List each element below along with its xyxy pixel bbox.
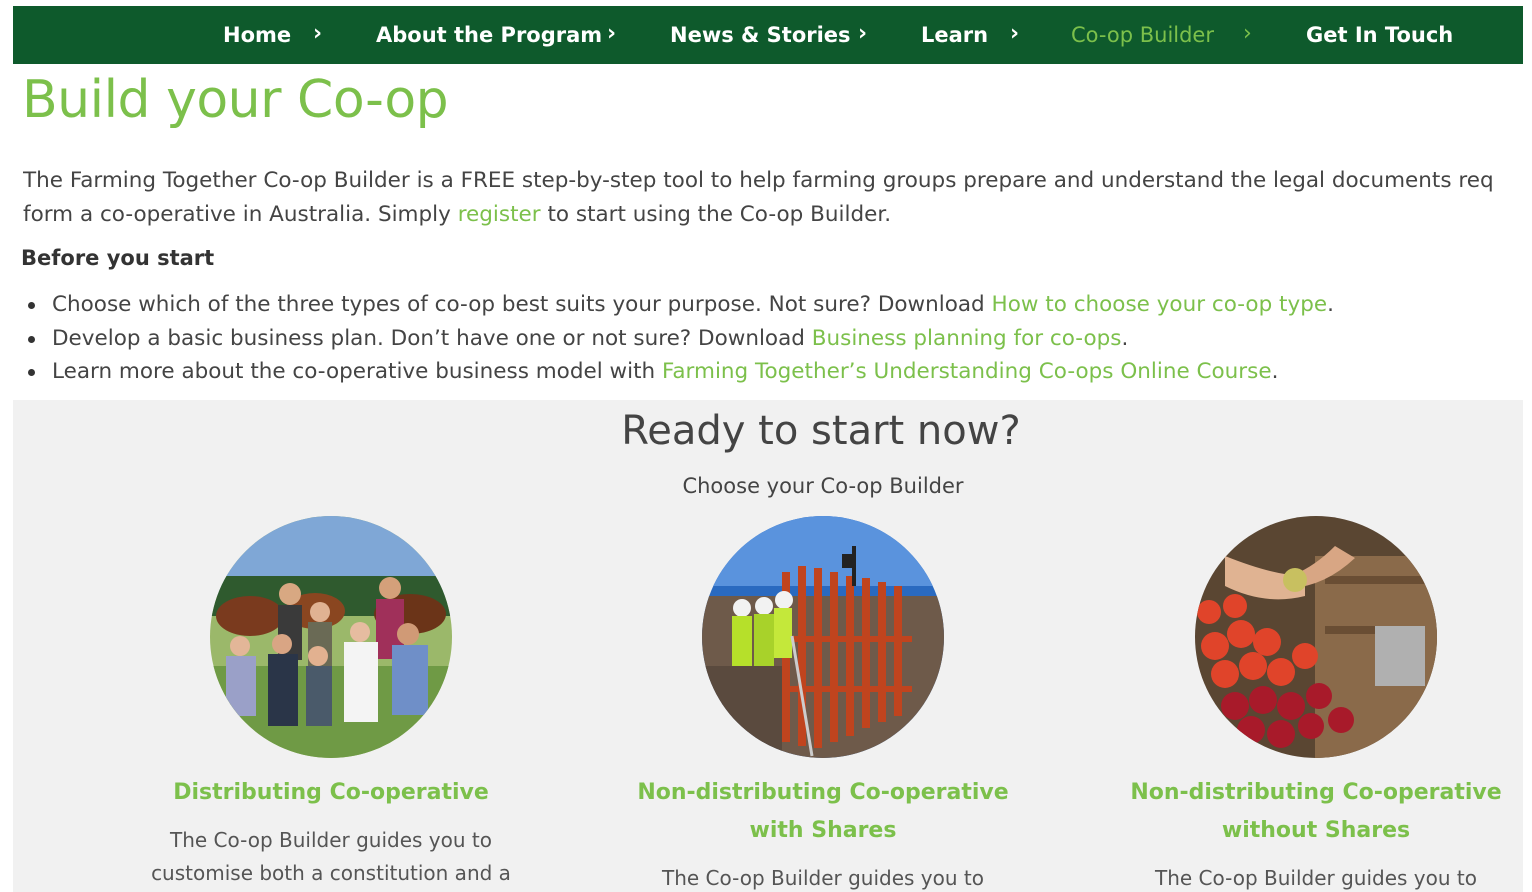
ready-subtitle: Choose your Co-op Builder xyxy=(682,474,964,498)
card-description-line: The Co-op Builder guides you to xyxy=(662,866,984,890)
card-title[interactable]: Non-distributing Co-operative with Share… xyxy=(613,774,1033,850)
chevron-right-icon: › xyxy=(858,21,868,46)
list-item: Choose which of the three types of co-op… xyxy=(24,288,1514,322)
business-planning-link[interactable]: Business planning for co-ops xyxy=(812,326,1122,351)
card-title-line: with Shares xyxy=(749,818,897,843)
nav-item-home[interactable]: Home xyxy=(223,6,291,64)
list-item-text: Develop a basic business plan. Don’t hav… xyxy=(52,325,812,351)
farmers-group-photo[interactable] xyxy=(210,516,452,758)
card-title-line: without Shares xyxy=(1221,818,1411,843)
intro-line-1: The Farming Together Co-op Builder is a … xyxy=(23,168,1494,193)
before-you-start-list: Choose which of the three types of co-op… xyxy=(24,288,1514,389)
online-course-link[interactable]: Farming Together’s Understanding Co-ops … xyxy=(662,359,1272,384)
register-link[interactable]: register xyxy=(458,202,541,227)
main-navigation: Home › About the Program › News & Storie… xyxy=(13,6,1523,64)
nav-item-news-and-stories[interactable]: News & Stories xyxy=(670,6,851,64)
card-non-distributing-without-shares: Non-distributing Co-operative without Sh… xyxy=(1106,516,1526,892)
farmers-group-image xyxy=(210,516,452,758)
card-title[interactable]: Non-distributing Co-operative without Sh… xyxy=(1106,774,1526,850)
card-description-line: The Co-op Builder guides you to xyxy=(170,828,492,852)
intro-paragraph: The Farming Together Co-op Builder is a … xyxy=(23,164,1523,232)
chevron-right-icon: › xyxy=(313,21,323,46)
nav-item-about-the-program[interactable]: About the Program xyxy=(376,6,602,64)
card-distributing-co-operative: Distributing Co-operative The Co-op Buil… xyxy=(121,516,541,890)
list-item-text: Choose which of the three types of co-op… xyxy=(52,292,992,317)
construction-workers-image xyxy=(702,516,944,758)
card-description: The Co-op Builder guides you to customis… xyxy=(121,824,541,890)
card-title-line: Non-distributing Co-operative xyxy=(637,780,1009,805)
chevron-right-icon: › xyxy=(1010,21,1020,46)
nav-item-get-in-touch[interactable]: Get In Touch xyxy=(1306,6,1453,64)
nav-item-co-op-builder[interactable]: Co-op Builder xyxy=(1071,6,1214,64)
nav-item-learn[interactable]: Learn xyxy=(921,6,988,64)
market-produce-image xyxy=(1195,516,1437,758)
intro-text: form a co-operative in Australia. Simply xyxy=(23,202,458,227)
card-description-line: The Co-op Builder guides you to xyxy=(1155,866,1477,890)
before-you-start-heading: Before you start xyxy=(21,246,215,270)
market-produce-photo[interactable] xyxy=(1195,516,1437,758)
card-description: The Co-op Builder guides you to xyxy=(1106,862,1526,892)
chevron-right-icon: › xyxy=(607,21,617,46)
construction-workers-photo[interactable] xyxy=(702,516,944,758)
list-item-text: Learn more about the co-operative busine… xyxy=(52,359,662,384)
card-description: The Co-op Builder guides you to xyxy=(613,862,1033,892)
ready-title: Ready to start now? xyxy=(621,408,1021,454)
list-item-end: . xyxy=(1327,292,1334,317)
list-item: Learn more about the co-operative busine… xyxy=(24,355,1514,389)
card-non-distributing-with-shares: Non-distributing Co-operative with Share… xyxy=(613,516,1033,892)
intro-text-end: to start using the Co-op Builder. xyxy=(540,202,892,227)
list-item-end: . xyxy=(1271,359,1279,384)
card-title[interactable]: Distributing Co-operative xyxy=(121,774,541,812)
intro-line-2: form a co-operative in Australia. Simply… xyxy=(23,198,1523,232)
ready-to-start-section: Ready to start now? Choose your Co-op Bu… xyxy=(13,400,1523,892)
list-item: Develop a basic business plan. Don’t hav… xyxy=(24,322,1514,356)
card-description-line: customise both a constitution and a xyxy=(151,861,511,885)
page-title: Build your Co-op xyxy=(22,70,449,130)
card-title-line: Non-distributing Co-operative xyxy=(1130,780,1502,805)
how-to-choose-link[interactable]: How to choose your co-op type xyxy=(992,292,1328,317)
list-item-end: . xyxy=(1121,325,1129,351)
chevron-right-icon: › xyxy=(1243,21,1252,46)
